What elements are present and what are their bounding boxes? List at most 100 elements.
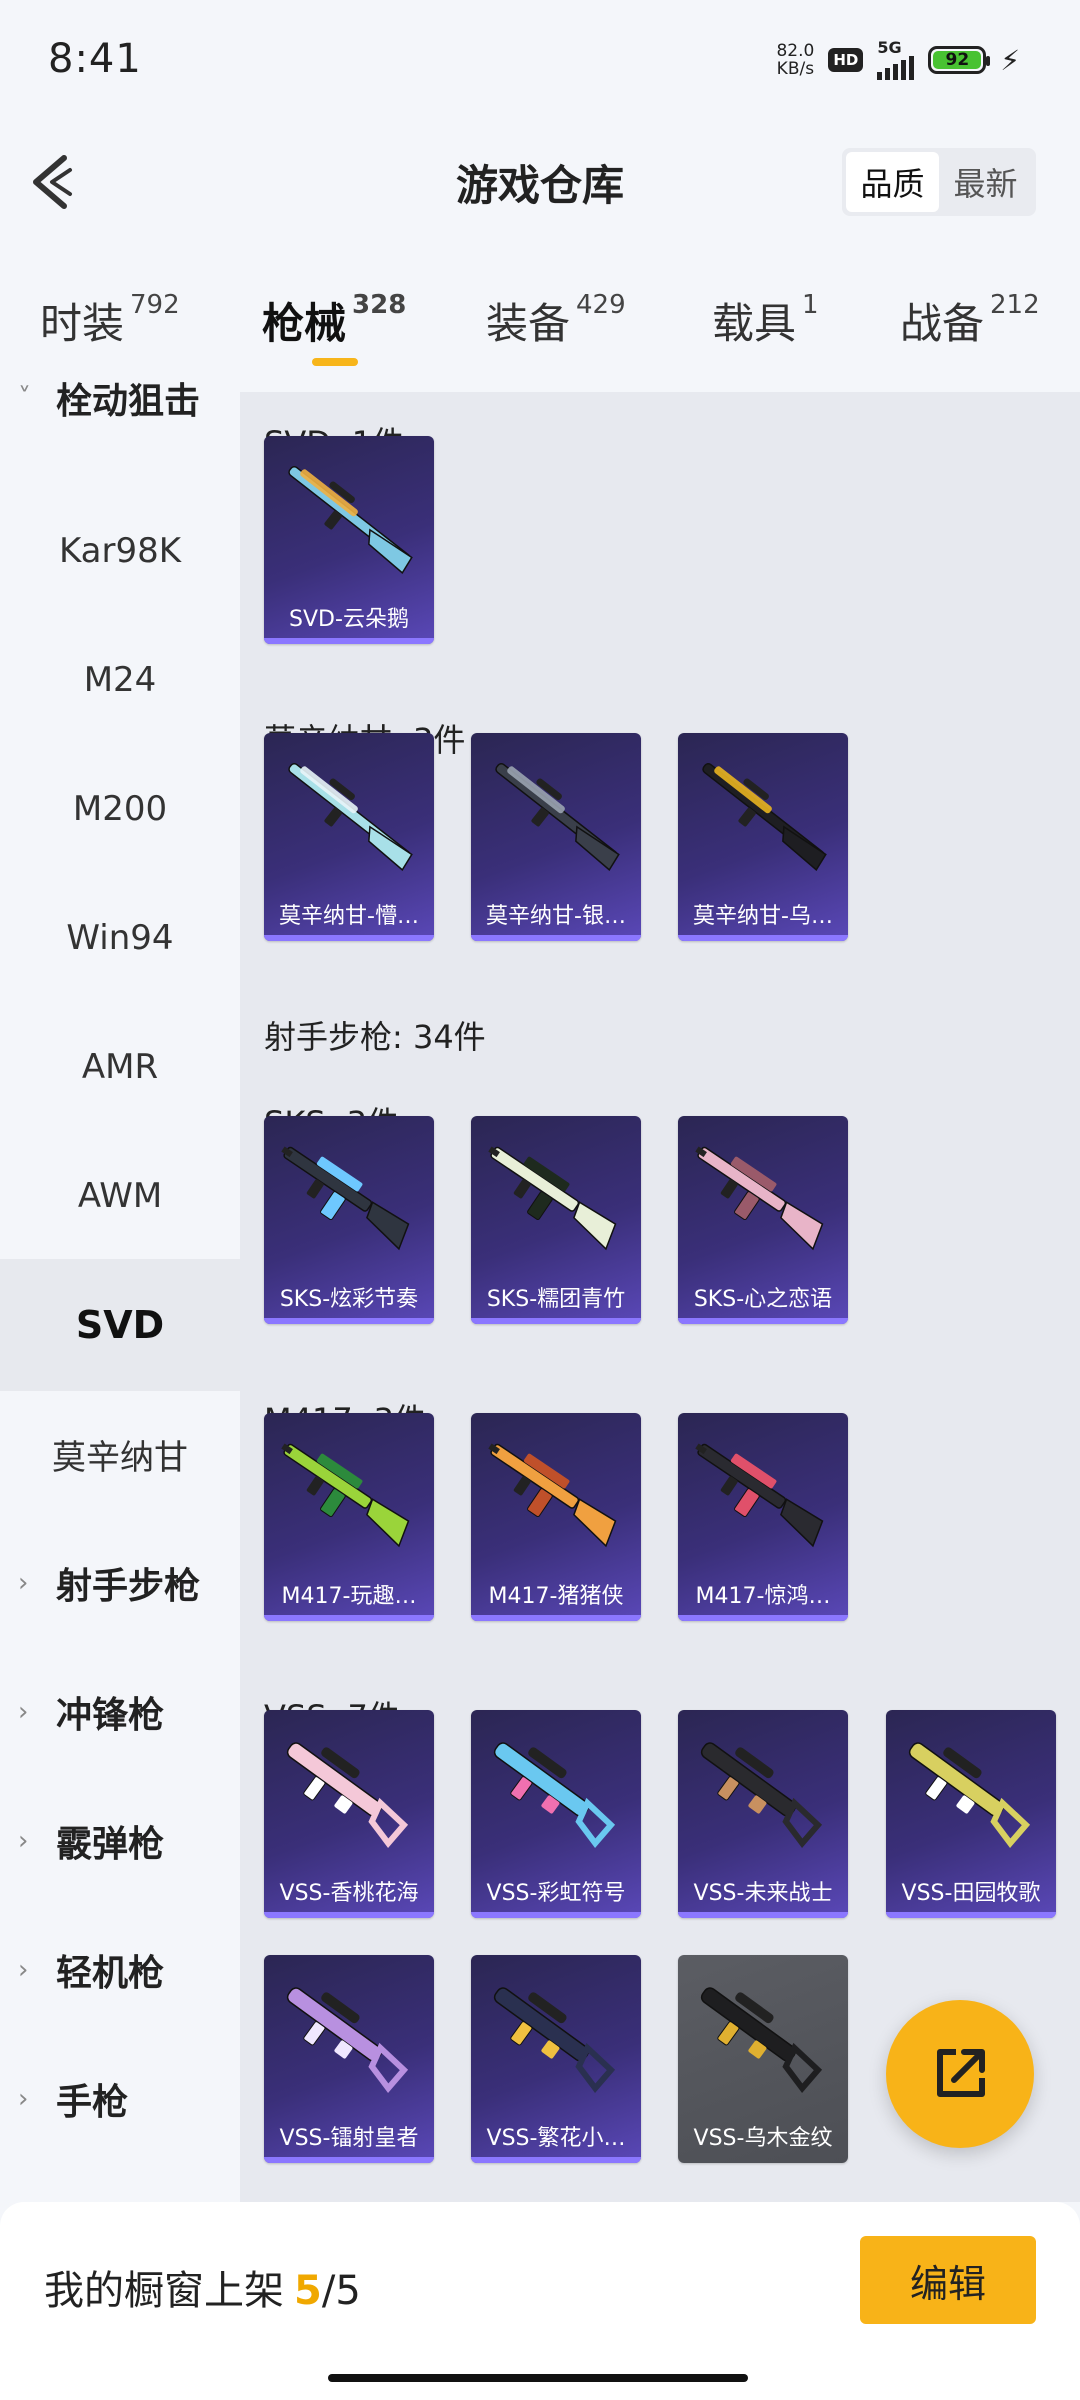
weapon-card[interactable]: M417-猪猪侠 bbox=[471, 1413, 641, 1621]
sidebar-item-label: M24 bbox=[83, 660, 157, 700]
weapon-card[interactable]: 莫辛纳甘-懵… bbox=[264, 733, 434, 941]
weapon-name: VSS-田园牧歌 bbox=[901, 1881, 1041, 1906]
hd-icon: HD bbox=[828, 48, 864, 72]
rarity-bar bbox=[264, 1615, 434, 1621]
sidebar-item-label: M200 bbox=[72, 789, 168, 829]
sidebar-item[interactable]: › 冲锋枪 bbox=[0, 1646, 240, 1778]
item-grid: SVD: 1件 SVD-云朵鹅莫辛纳甘: 3件 莫辛纳甘-懵… 莫辛纳甘-银… … bbox=[240, 392, 1080, 2202]
tab-count: 328 bbox=[352, 290, 407, 320]
weapon-card[interactable]: VSS-乌木金纹 bbox=[678, 1955, 848, 2163]
tab-indicator bbox=[312, 358, 358, 366]
home-indicator[interactable] bbox=[328, 2374, 748, 2382]
sidebar-item[interactable]: › 射手步枪 bbox=[0, 1517, 240, 1649]
rarity-bar bbox=[264, 2157, 434, 2163]
weapon-image bbox=[488, 1146, 617, 1251]
weapon-card[interactable]: SKS-糯团青竹 bbox=[471, 1116, 641, 1324]
sidebar-item[interactable]: Kar98K bbox=[0, 485, 240, 617]
weapon-name: SKS-糯团青竹 bbox=[486, 1287, 626, 1312]
tab-count: 212 bbox=[990, 290, 1040, 320]
weapon-card[interactable]: VSS-彩虹符号 bbox=[471, 1710, 641, 1918]
weapon-card[interactable]: VSS-镭射皇者 bbox=[264, 1955, 434, 2163]
edit-button[interactable]: 编辑 bbox=[860, 2236, 1036, 2324]
weapon-card[interactable]: M417-惊鸿… bbox=[678, 1413, 848, 1621]
status-icons: 82.0 KB/s HD 5G 92 ⚡ bbox=[776, 40, 1020, 80]
chevron-right-icon: › bbox=[18, 1955, 29, 1985]
weapon-name: SKS-心之恋语 bbox=[693, 1287, 833, 1312]
weapon-image bbox=[700, 1742, 823, 1848]
rarity-bar bbox=[886, 1912, 1056, 1918]
weapon-name: 莫辛纳甘-懵… bbox=[279, 904, 419, 929]
weapon-image bbox=[286, 1742, 409, 1848]
sidebar-item[interactable]: 莫辛纳甘 bbox=[0, 1388, 240, 1520]
weapon-image bbox=[493, 1987, 616, 2093]
chevron-right-icon: › bbox=[18, 1697, 29, 1727]
weapon-name: M417-猪猪侠 bbox=[488, 1584, 624, 1609]
sort-quality[interactable]: 品质 bbox=[846, 152, 939, 212]
weapon-card[interactable]: M417-玩趣… bbox=[264, 1413, 434, 1621]
net-speed-value: 82.0 bbox=[776, 41, 815, 61]
weapon-name: VSS-乌木金纹 bbox=[693, 2126, 833, 2151]
weapon-name: VSS-彩虹符号 bbox=[486, 1881, 626, 1906]
weapon-name: VSS-繁花小… bbox=[486, 2126, 626, 2151]
rarity-bar bbox=[678, 935, 848, 941]
sidebar-item[interactable]: M24 bbox=[0, 614, 240, 746]
weapon-name: 莫辛纳甘-银… bbox=[486, 904, 626, 929]
share-button[interactable] bbox=[886, 2000, 1034, 2148]
weapon-card[interactable]: SKS-心之恋语 bbox=[678, 1116, 848, 1324]
tab-equipment[interactable]: 装备 429 bbox=[486, 290, 626, 351]
sort-newest[interactable]: 最新 bbox=[939, 152, 1032, 212]
bottom-bar: 我的橱窗上架 5/5 编辑 bbox=[0, 2202, 1080, 2400]
weapon-image bbox=[700, 1987, 823, 2093]
weapon-name: 莫辛纳甘-乌… bbox=[693, 904, 833, 929]
sidebar-item[interactable]: AWM bbox=[0, 1130, 240, 1262]
section-title: 射手步枪: 34件 bbox=[264, 1018, 486, 1056]
weapon-name: VSS-香桃花海 bbox=[279, 1881, 419, 1906]
battery-level: 92 bbox=[933, 50, 982, 70]
weapon-card[interactable]: SKS-炫彩节奏 bbox=[264, 1116, 434, 1324]
weapon-card[interactable]: 莫辛纳甘-乌… bbox=[678, 733, 848, 941]
sidebar-item-label: AMR bbox=[81, 1047, 159, 1087]
showcase-current: 5 bbox=[294, 2268, 322, 2314]
weapon-image bbox=[488, 1443, 617, 1548]
sidebar-item[interactable]: SVD bbox=[0, 1259, 240, 1391]
sidebar-item[interactable]: › 手枪 bbox=[0, 2033, 240, 2165]
sidebar-item[interactable]: › 霰弹枪 bbox=[0, 1775, 240, 1907]
weapon-card[interactable]: VSS-繁花小… bbox=[471, 1955, 641, 2163]
tab-count: 429 bbox=[576, 290, 626, 320]
tab-count: 792 bbox=[130, 290, 180, 320]
weapon-name: VSS-镭射皇者 bbox=[279, 2126, 419, 2151]
tab-supplies[interactable]: 战备 212 bbox=[900, 290, 1040, 351]
weapon-card[interactable]: VSS-未来战士 bbox=[678, 1710, 848, 1918]
weapon-card[interactable]: 莫辛纳甘-银… bbox=[471, 733, 641, 941]
chevron-down-icon: ˅ bbox=[18, 383, 31, 413]
charging-icon: ⚡ bbox=[1000, 43, 1020, 77]
weapon-image bbox=[288, 762, 413, 872]
sort-toggle[interactable]: 品质 最新 bbox=[842, 148, 1036, 216]
tab-vehicles[interactable]: 载具 1 bbox=[712, 290, 819, 351]
tab-firearms[interactable]: 枪械 328 bbox=[262, 290, 406, 351]
rarity-bar bbox=[471, 1912, 641, 1918]
sidebar-item[interactable]: › 轻机枪 bbox=[0, 1904, 240, 2036]
showcase-total: /5 bbox=[321, 2268, 361, 2314]
weapon-image bbox=[288, 465, 413, 575]
rarity-bar bbox=[678, 1318, 848, 1324]
rarity-bar bbox=[471, 1615, 641, 1621]
sidebar-item[interactable]: ˅ 栓动狙击 bbox=[0, 332, 240, 464]
sidebar-item-label: 射手步枪 bbox=[56, 1566, 201, 1607]
sidebar-item[interactable]: Win94 bbox=[0, 872, 240, 1004]
weapon-image bbox=[702, 762, 827, 872]
weapon-card[interactable]: VSS-田园牧歌 bbox=[886, 1710, 1056, 1918]
sidebar-item[interactable]: AMR bbox=[0, 1001, 240, 1133]
weapon-card[interactable]: VSS-香桃花海 bbox=[264, 1710, 434, 1918]
sidebar-item-label: 莫辛纳甘 bbox=[52, 1437, 188, 1478]
sidebar-item-label: AWM bbox=[77, 1176, 163, 1216]
weapon-image bbox=[281, 1443, 410, 1548]
sidebar-item[interactable]: M200 bbox=[0, 743, 240, 875]
sidebar: ˅ 栓动狙击 Kar98K M24 M200 Win94 AMR AWM SVD 莫辛纳甘 › 射手步… bbox=[0, 381, 240, 2202]
net-speed: 82.0 KB/s bbox=[776, 42, 814, 78]
weapon-image bbox=[286, 1987, 409, 2093]
weapon-name: SKS-炫彩节奏 bbox=[279, 1287, 419, 1312]
weapon-card[interactable]: SVD-云朵鹅 bbox=[264, 436, 434, 644]
status-time: 8:41 bbox=[48, 36, 142, 82]
sidebar-item-label: Kar98K bbox=[58, 531, 182, 571]
